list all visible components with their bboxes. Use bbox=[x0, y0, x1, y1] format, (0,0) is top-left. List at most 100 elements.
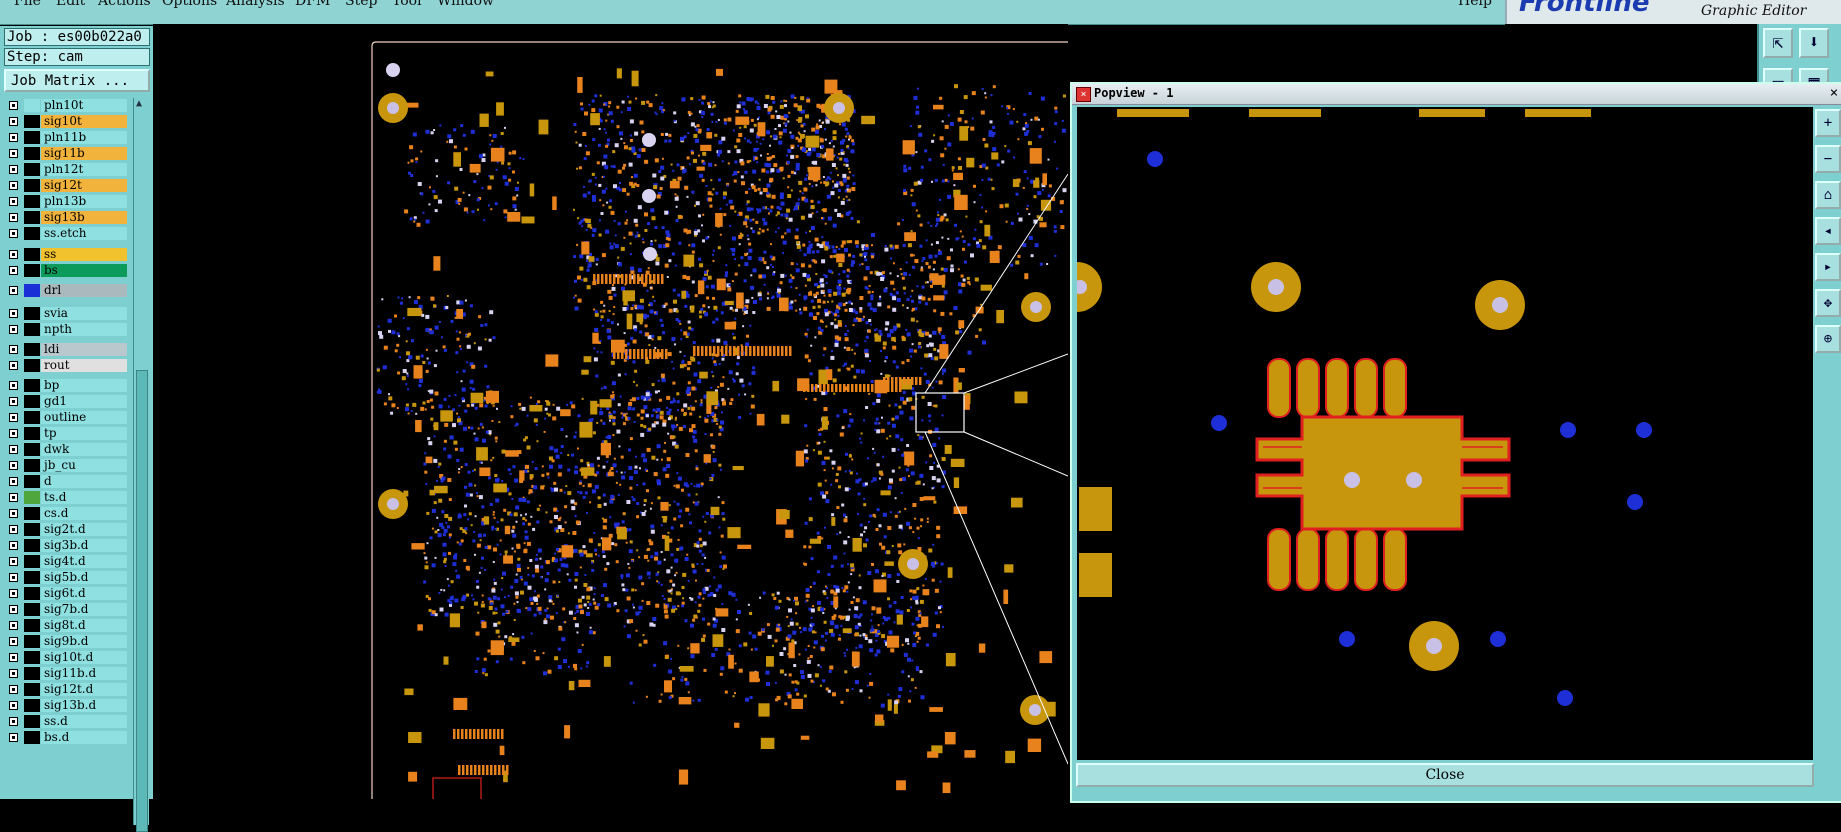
layer-color-swatch[interactable] bbox=[24, 555, 40, 568]
layer-name[interactable]: sig13b.d bbox=[41, 699, 127, 712]
layer-name[interactable]: sig7b.d bbox=[41, 603, 127, 616]
layer-color-swatch[interactable] bbox=[24, 539, 40, 552]
layer-name[interactable]: sig3b.d bbox=[41, 539, 127, 552]
zoom-window-icon[interactable]: ⬇ bbox=[1799, 28, 1829, 58]
zoom-in-icon[interactable]: + bbox=[1815, 109, 1841, 137]
layer-row-sig11b-d[interactable]: sig11b.d bbox=[4, 666, 130, 681]
layer-color-swatch[interactable] bbox=[24, 131, 40, 144]
layer-name[interactable]: sig8t.d bbox=[41, 619, 127, 632]
layer-color-swatch[interactable] bbox=[24, 284, 40, 297]
layer-name[interactable]: pln10t bbox=[41, 99, 127, 112]
layer-name[interactable]: npth bbox=[41, 323, 127, 336]
layer-row-ss-etch[interactable]: ss.etch bbox=[4, 226, 130, 241]
layer-row-sig8t-d[interactable]: sig8t.d bbox=[4, 618, 130, 633]
layer-row-bs[interactable]: bs bbox=[4, 263, 130, 278]
layer-color-swatch[interactable] bbox=[24, 211, 40, 224]
layer-checkbox[interactable] bbox=[9, 229, 18, 238]
layer-name[interactable]: ts.d bbox=[41, 491, 127, 504]
layer-scrollbar[interactable]: ▲ bbox=[133, 98, 149, 832]
layer-color-swatch[interactable] bbox=[24, 667, 40, 680]
layer-name[interactable]: cs.d bbox=[41, 507, 127, 520]
layer-color-swatch[interactable] bbox=[24, 699, 40, 712]
zoom-out-icon[interactable]: − bbox=[1815, 145, 1841, 173]
layer-color-swatch[interactable] bbox=[24, 227, 40, 240]
layer-name[interactable]: sig2t.d bbox=[41, 523, 127, 536]
layer-name[interactable]: sig10t.d bbox=[41, 651, 127, 664]
layer-color-swatch[interactable] bbox=[24, 603, 40, 616]
layer-row-pln10t[interactable]: pln10t bbox=[4, 98, 130, 113]
layer-checkbox[interactable] bbox=[9, 477, 18, 486]
menu-analysis[interactable]: Analysis bbox=[226, 0, 285, 9]
layer-checkbox[interactable] bbox=[9, 573, 18, 582]
layer-row-ts-d[interactable]: ts.d bbox=[4, 490, 130, 505]
move-icon[interactable]: ✥ bbox=[1815, 289, 1841, 317]
layer-checkbox[interactable] bbox=[9, 101, 18, 110]
layer-color-swatch[interactable] bbox=[24, 507, 40, 520]
layer-row-sig2t-d[interactable]: sig2t.d bbox=[4, 522, 130, 537]
layer-checkbox[interactable] bbox=[9, 381, 18, 390]
layer-color-swatch[interactable] bbox=[24, 179, 40, 192]
layer-color-swatch[interactable] bbox=[24, 307, 40, 320]
layer-checkbox[interactable] bbox=[9, 717, 18, 726]
popview-titlebar[interactable]: × Popview - 1 × bbox=[1072, 84, 1841, 105]
layer-row-gd1[interactable]: gd1 bbox=[4, 394, 130, 409]
layer-color-swatch[interactable] bbox=[24, 683, 40, 696]
layer-row-pln12t[interactable]: pln12t bbox=[4, 162, 130, 177]
layer-color-swatch[interactable] bbox=[24, 264, 40, 277]
layer-name[interactable]: rout bbox=[41, 359, 127, 372]
layer-color-swatch[interactable] bbox=[24, 195, 40, 208]
layer-color-swatch[interactable] bbox=[24, 99, 40, 112]
layer-color-swatch[interactable] bbox=[24, 343, 40, 356]
layer-name[interactable]: sig11b.d bbox=[41, 667, 127, 680]
layer-name[interactable]: bs bbox=[41, 264, 127, 277]
layer-row-sig13b[interactable]: sig13b bbox=[4, 210, 130, 225]
layer-row-drl[interactable]: drl bbox=[4, 283, 130, 298]
layer-name[interactable]: pln13b bbox=[41, 195, 127, 208]
layer-row-sig9b-d[interactable]: sig9b.d bbox=[4, 634, 130, 649]
layer-name[interactable]: sig12t bbox=[41, 179, 127, 192]
layer-checkbox[interactable] bbox=[9, 541, 18, 550]
layer-row-sig6t-d[interactable]: sig6t.d bbox=[4, 586, 130, 601]
layer-row-sig10t-d[interactable]: sig10t.d bbox=[4, 650, 130, 665]
layer-row-sig3b-d[interactable]: sig3b.d bbox=[4, 538, 130, 553]
menu-window[interactable]: Window bbox=[437, 0, 494, 9]
scroll-thumb[interactable] bbox=[136, 370, 148, 832]
layer-checkbox[interactable] bbox=[9, 325, 18, 334]
layer-row-d[interactable]: d bbox=[4, 474, 130, 489]
layer-checkbox[interactable] bbox=[9, 250, 18, 259]
layer-checkbox[interactable] bbox=[9, 266, 18, 275]
layer-row-ldi[interactable]: ldi bbox=[4, 342, 130, 357]
layer-name[interactable]: bp bbox=[41, 379, 127, 392]
layer-checkbox[interactable] bbox=[9, 413, 18, 422]
layer-row-jb-cu[interactable]: jb_cu bbox=[4, 458, 130, 473]
layer-checkbox[interactable] bbox=[9, 637, 18, 646]
layer-row-outline[interactable]: outline bbox=[4, 410, 130, 425]
layer-checkbox[interactable] bbox=[9, 309, 18, 318]
layer-row-sig5b-d[interactable]: sig5b.d bbox=[4, 570, 130, 585]
menu-dfm[interactable]: DFM bbox=[295, 0, 330, 9]
layer-color-swatch[interactable] bbox=[24, 411, 40, 424]
fit-screen-icon[interactable]: ⇱ bbox=[1763, 28, 1793, 58]
layer-checkbox[interactable] bbox=[9, 669, 18, 678]
layer-name[interactable]: ldi bbox=[41, 343, 127, 356]
layer-checkbox[interactable] bbox=[9, 621, 18, 630]
layer-color-swatch[interactable] bbox=[24, 731, 40, 744]
close-button[interactable]: Close bbox=[1076, 763, 1814, 787]
layer-color-swatch[interactable] bbox=[24, 443, 40, 456]
layer-name[interactable]: sig5b.d bbox=[41, 571, 127, 584]
menu-actions[interactable]: Actions bbox=[98, 0, 151, 9]
layer-checkbox[interactable] bbox=[9, 213, 18, 222]
layer-checkbox[interactable] bbox=[9, 181, 18, 190]
layer-row-sig11b[interactable]: sig11b bbox=[4, 146, 130, 161]
layer-row-bp[interactable]: bp bbox=[4, 378, 130, 393]
layer-color-swatch[interactable] bbox=[24, 323, 40, 336]
layer-row-sig12t[interactable]: sig12t bbox=[4, 178, 130, 193]
pcb-graphic-canvas[interactable] bbox=[153, 24, 1068, 799]
layer-color-swatch[interactable] bbox=[24, 395, 40, 408]
layer-checkbox[interactable] bbox=[9, 493, 18, 502]
layer-name[interactable]: pln11b bbox=[41, 131, 127, 144]
layer-checkbox[interactable] bbox=[9, 117, 18, 126]
layer-name[interactable]: drl bbox=[41, 284, 127, 297]
layer-color-swatch[interactable] bbox=[24, 587, 40, 600]
popview-canvas[interactable] bbox=[1077, 107, 1813, 760]
